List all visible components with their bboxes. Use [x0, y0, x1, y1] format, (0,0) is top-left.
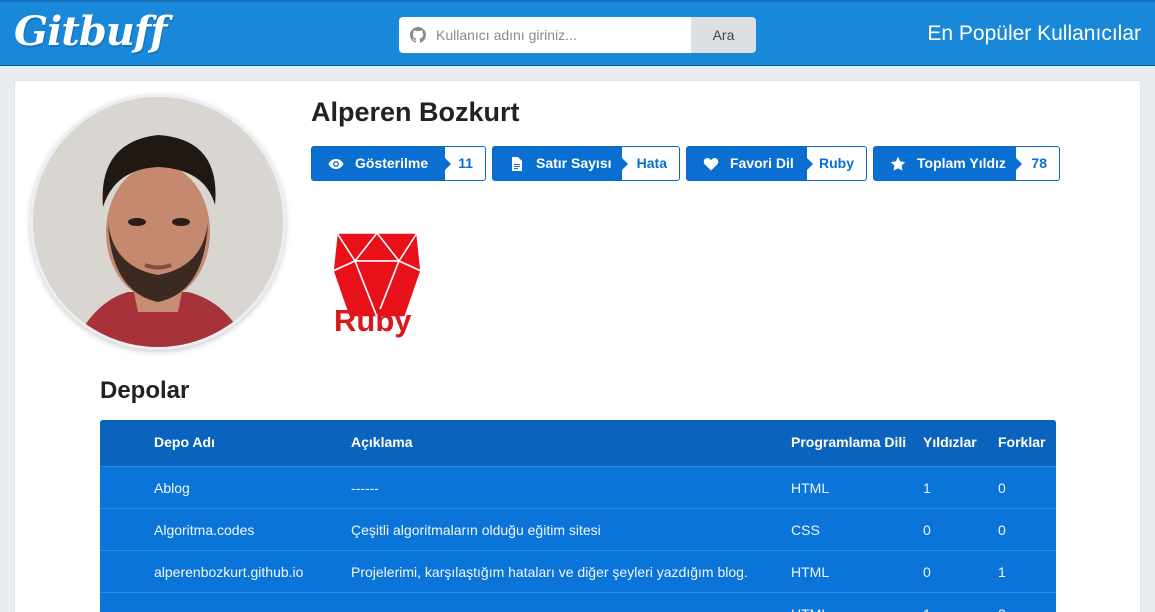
stat-value: 78 [1031, 155, 1047, 171]
popular-users-link[interactable]: En Popüler Kullanıcılar [927, 22, 1141, 46]
repo-forks: 0 [998, 480, 1006, 496]
heart-icon [703, 158, 719, 171]
stat-label: Gösterilme [355, 155, 429, 171]
username-search-input[interactable] [436, 17, 686, 53]
table-row[interactable]: Ablog ------ HTML 1 0 [100, 466, 1056, 508]
file-icon [512, 157, 522, 171]
column-header-forks[interactable]: Forklar [998, 420, 1045, 464]
stat-value: Hata [636, 155, 667, 171]
repo-language: HTML [791, 564, 830, 580]
repo-forks: 0 [998, 522, 1006, 538]
favorite-language-logo-text: Ruby [334, 303, 412, 338]
stat-value: Ruby [819, 155, 854, 171]
eye-icon [328, 159, 344, 169]
column-header-stars[interactable]: Yıldızlar [923, 420, 977, 464]
gitbuff-logo[interactable]: Gitbuff [14, 8, 167, 55]
column-header-language[interactable]: Programlama Dili [791, 420, 906, 464]
stat-views[interactable]: Gösterilme 11 [311, 146, 486, 181]
repo-forks: 2 [998, 593, 1006, 612]
search-button[interactable]: Ara [691, 17, 756, 53]
stat-label: Satır Sayısı [536, 155, 612, 171]
repo-name[interactable]: Algoritma.codes [154, 509, 254, 551]
avatar [30, 94, 286, 350]
repo-stars: 1 [923, 593, 931, 612]
repo-forks: 1 [998, 564, 1006, 580]
repo-name[interactable]: Ablog [154, 467, 190, 509]
table-row[interactable]: Algoritma.codes Çeşitli algoritmaların o… [100, 508, 1056, 550]
stat-value: 11 [458, 155, 473, 171]
repo-stars: 0 [923, 564, 931, 580]
stat-line-count[interactable]: Satır Sayısı Hata [492, 146, 680, 181]
stat-total-stars[interactable]: Toplam Yıldız 78 [873, 146, 1060, 181]
table-row[interactable]: HTML 1 2 [100, 592, 1056, 612]
profile-name: Alperen Bozkurt [311, 97, 520, 127]
table-header: Depo Adı Açıklama Programlama Dili Yıldı… [100, 420, 1056, 466]
repo-description: ------ [351, 480, 379, 496]
column-header-description[interactable]: Açıklama [351, 420, 412, 464]
repo-language: HTML [791, 480, 830, 496]
repo-description: Çeşitli algoritmaların olduğu eğitim sit… [351, 522, 601, 538]
navbar: Gitbuff Ara En Popüler Kullanıcılar [0, 0, 1155, 66]
search-form: Ara [399, 17, 756, 53]
repos-heading: Depolar [100, 377, 190, 404]
column-header-name[interactable]: Depo Adı [154, 420, 215, 464]
star-icon [890, 156, 906, 171]
repo-language: CSS [791, 522, 820, 538]
repo-language: HTML [791, 593, 829, 612]
repo-stars: 0 [923, 522, 931, 538]
github-icon [410, 27, 426, 43]
stat-label: Toplam Yıldız [917, 155, 1006, 171]
repo-description: Projelerimi, karşılaştığım hataları ve d… [351, 564, 748, 580]
search-field-wrapper [399, 17, 691, 53]
profile-card: Alperen Bozkurt Gösterilme 11 Satır Sayı… [14, 80, 1141, 612]
avatar-photo [33, 97, 283, 347]
repos-table: Depo Adı Açıklama Programlama Dili Yıldı… [100, 420, 1056, 612]
stat-favorite-language[interactable]: Favori Dil Ruby [686, 146, 867, 181]
stat-label: Favori Dil [730, 155, 794, 171]
repo-stars: 1 [923, 480, 931, 496]
repo-name[interactable]: alperenbozkurt.github.io [154, 551, 303, 593]
table-row[interactable]: alperenbozkurt.github.io Projelerimi, ka… [100, 550, 1056, 592]
